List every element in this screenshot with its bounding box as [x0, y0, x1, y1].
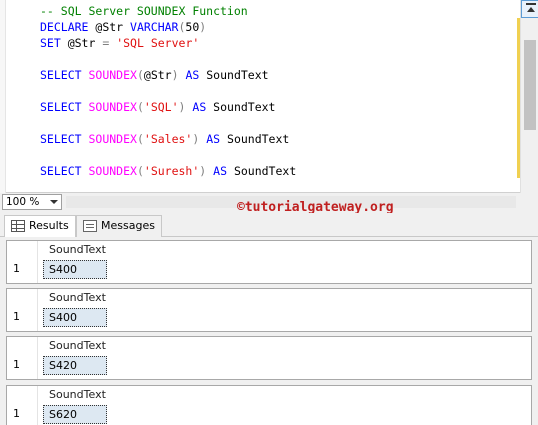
code-line[interactable]: SET @Str = 'SQL Server'	[40, 35, 296, 51]
zoom-select[interactable]: 100 %	[2, 194, 62, 210]
code-line[interactable]: DECLARE @Str VARCHAR(50)	[40, 19, 296, 35]
code-token: @Str	[143, 68, 172, 82]
result-grid[interactable]: SoundText 1 S400	[6, 288, 532, 332]
editor-gutter	[0, 0, 6, 193]
chevron-down-icon[interactable]	[47, 195, 61, 209]
column-header[interactable]: SoundText	[43, 290, 106, 307]
result-cell[interactable]: S420	[43, 356, 107, 375]
column-header[interactable]: SoundText	[43, 338, 106, 355]
code-token: SELECT	[40, 68, 82, 82]
grid-icon	[11, 220, 25, 232]
code-token: 'SQL Server'	[116, 36, 200, 50]
row-number[interactable]: 1	[13, 358, 20, 371]
code-token: (	[136, 164, 144, 178]
result-grid[interactable]: SoundText 1 S620	[6, 385, 532, 425]
code-token: (	[136, 68, 144, 82]
code-token: DECLARE	[40, 20, 89, 34]
row-number[interactable]: 1	[13, 262, 20, 275]
code-line[interactable]	[40, 115, 296, 131]
code-token: SELECT	[40, 132, 82, 146]
tab-results[interactable]: Results	[4, 215, 76, 238]
results-pane: SoundText 1 S400 SoundText 1 S400 SoundT…	[0, 237, 538, 425]
code-token: (	[136, 100, 144, 114]
code-token: SOUNDEX	[88, 68, 137, 82]
result-cell[interactable]: S400	[43, 260, 107, 279]
code-token: 'SQL'	[143, 100, 179, 114]
code-token: SoundText	[199, 68, 269, 82]
code-token: SoundText	[227, 164, 297, 178]
split-icon[interactable]	[521, 0, 538, 18]
code-token: SOUNDEX	[88, 164, 137, 178]
code-token: SOUNDEX	[88, 100, 137, 114]
result-cell[interactable]: S400	[43, 308, 107, 327]
code-token: @Str	[60, 36, 103, 50]
code-token: SET	[40, 36, 61, 50]
tab-messages-label: Messages	[101, 219, 155, 232]
code-line[interactable]: SELECT SOUNDEX('Sales') AS SoundText	[40, 131, 296, 147]
column-header[interactable]: SoundText	[43, 387, 106, 404]
code-line[interactable]	[40, 147, 296, 163]
code-line[interactable]: SELECT SOUNDEX('Suresh') AS SoundText	[40, 163, 296, 179]
code-line[interactable]: SELECT SOUNDEX(@Str) AS SoundText	[40, 67, 296, 83]
code-token: AS	[185, 68, 200, 82]
code-token: SoundText	[206, 100, 276, 114]
editor-vertical-scrollbar[interactable]	[520, 0, 538, 193]
code-token: VARCHAR	[130, 20, 179, 34]
code-token: @Str	[88, 20, 131, 34]
code-token: AS	[206, 132, 221, 146]
code-token: SELECT	[40, 100, 82, 114]
query-editor[interactable]: -- SQL Server SOUNDEX Function DECLARE @S…	[0, 0, 538, 193]
result-grid[interactable]: SoundText 1 S420	[6, 336, 532, 380]
tab-results-label: Results	[29, 219, 69, 232]
messages-icon	[83, 220, 97, 232]
code-token: SOUNDEX	[88, 132, 137, 146]
tab-messages[interactable]: Messages	[76, 215, 162, 237]
result-grid[interactable]: SoundText 1 S400	[6, 240, 532, 284]
code-token: -- SQL Server SOUNDEX Function	[40, 4, 248, 18]
code-line[interactable]: -- SQL Server SOUNDEX Function	[40, 3, 296, 19]
zoom-value: 100 %	[6, 196, 40, 208]
scrollbar-thumb[interactable]	[524, 40, 536, 130]
row-number[interactable]: 1	[13, 310, 20, 323]
code-token: SELECT	[40, 164, 82, 178]
code-token: 50	[185, 20, 200, 34]
code-token: )	[199, 20, 207, 34]
code-token: AS	[213, 164, 228, 178]
code-token: 'Suresh'	[143, 164, 200, 178]
row-number[interactable]: 1	[13, 407, 20, 420]
code-line[interactable]: SELECT SOUNDEX('SQL') AS SoundText	[40, 99, 296, 115]
code-line[interactable]	[40, 51, 296, 67]
code-token: AS	[192, 100, 207, 114]
code-token: )	[171, 68, 179, 82]
code-token: 'Sales'	[143, 132, 193, 146]
code-token: (	[136, 132, 144, 146]
column-header[interactable]: SoundText	[43, 242, 106, 259]
results-tabs: Results Messages	[0, 213, 538, 238]
code-line[interactable]	[40, 83, 296, 99]
sql-code[interactable]: -- SQL Server SOUNDEX Function DECLARE @S…	[40, 3, 296, 179]
code-token: SoundText	[220, 132, 290, 146]
result-cell[interactable]: S620	[43, 405, 107, 424]
